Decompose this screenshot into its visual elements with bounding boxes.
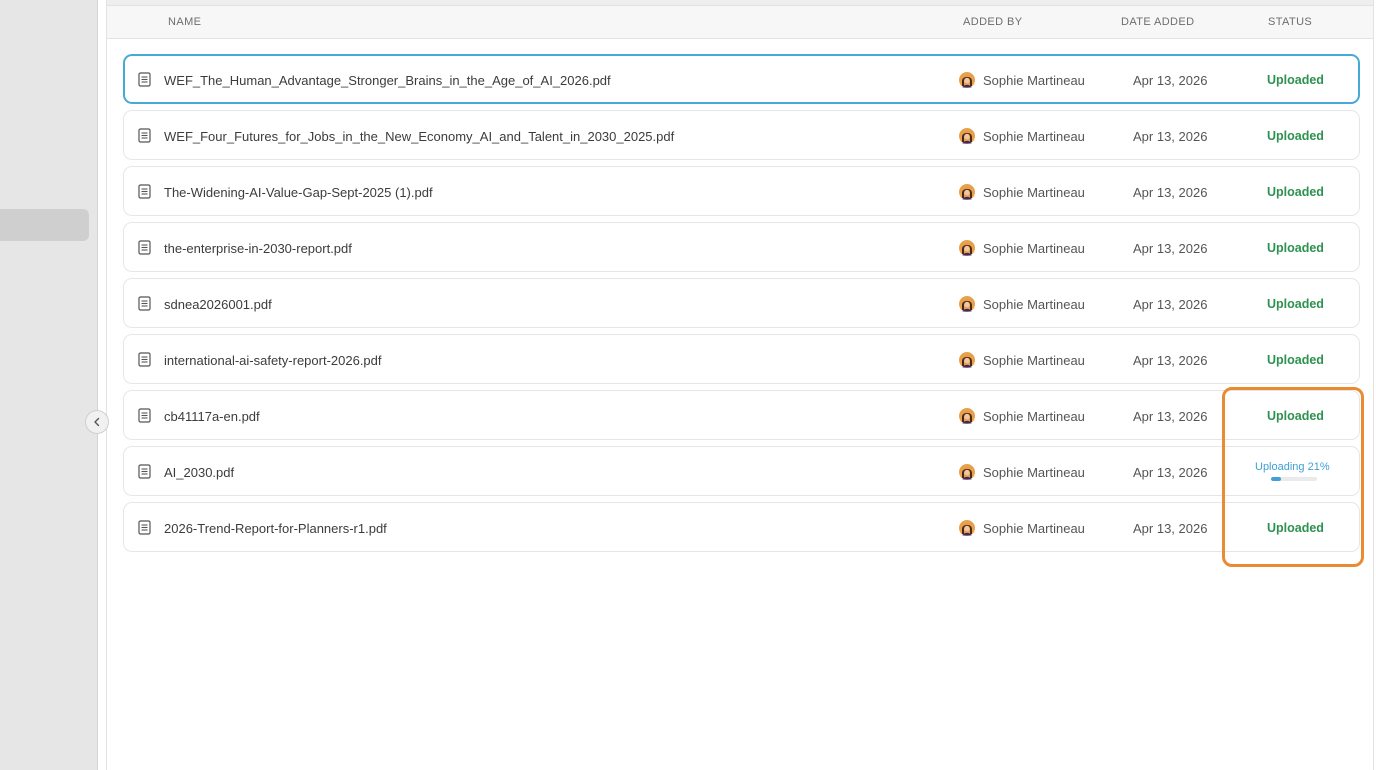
file-name[interactable]: The-Widening-AI-Value-Gap-Sept-2025 (1).…	[164, 185, 433, 200]
file-row[interactable]: cb41117a-en.pdf Sophie Martineau Apr 13, 2…	[123, 390, 1360, 440]
user-avatar	[959, 184, 975, 200]
upload-progress-bar	[1271, 477, 1317, 481]
document-icon	[138, 296, 151, 311]
status-badge: Uploaded	[1267, 241, 1324, 255]
document-icon	[138, 72, 151, 87]
date-added: Apr 13, 2026	[1133, 241, 1208, 256]
file-name[interactable]: AI_2030.pdf	[164, 465, 234, 480]
column-header-date-added[interactable]: DATE ADDED	[1121, 16, 1194, 28]
collapse-sidebar-button[interactable]	[85, 410, 109, 434]
status-badge: Uploaded	[1267, 409, 1324, 423]
chevron-left-icon	[94, 417, 100, 427]
document-icon	[138, 408, 151, 423]
added-by-name: Sophie Martineau	[983, 297, 1085, 312]
date-added: Apr 13, 2026	[1133, 521, 1208, 536]
file-name[interactable]: 2026-Trend-Report-for-Planners-r1.pdf	[164, 521, 387, 536]
added-by-name: Sophie Martineau	[983, 73, 1085, 88]
user-avatar	[959, 72, 975, 88]
file-name[interactable]: WEF_Four_Futures_for_Jobs_in_the_New_Eco…	[164, 129, 674, 144]
document-icon	[138, 352, 151, 367]
file-row[interactable]: The-Widening-AI-Value-Gap-Sept-2025 (1).…	[123, 166, 1360, 216]
status-badge: Uploaded	[1267, 297, 1324, 311]
column-header-added-by[interactable]: ADDED BY	[963, 16, 1022, 28]
added-by-name: Sophie Martineau	[983, 185, 1085, 200]
date-added: Apr 13, 2026	[1133, 409, 1208, 424]
file-row[interactable]: international-ai-safety-report-2026.pdf S…	[123, 334, 1360, 384]
status-badge: Uploaded	[1267, 353, 1324, 367]
user-avatar	[959, 352, 975, 368]
document-icon	[138, 184, 151, 199]
user-avatar	[959, 464, 975, 480]
added-by-name: Sophie Martineau	[983, 465, 1085, 480]
status-badge: Uploaded	[1267, 129, 1324, 143]
left-sidebar	[0, 0, 98, 770]
date-added: Apr 13, 2026	[1133, 73, 1208, 88]
date-added: Apr 13, 2026	[1133, 185, 1208, 200]
added-by-name: Sophie Martineau	[983, 241, 1085, 256]
status-badge: Uploaded	[1267, 521, 1324, 535]
user-avatar	[959, 296, 975, 312]
file-row[interactable]: sdnea2026001.pdf Sophie Martineau Apr 13, …	[123, 278, 1360, 328]
added-by-name: Sophie Martineau	[983, 409, 1085, 424]
document-icon	[138, 520, 151, 535]
file-name[interactable]: international-ai-safety-report-2026.pdf	[164, 353, 382, 368]
sidebar-selected-item[interactable]	[0, 209, 89, 241]
file-row[interactable]: the-enterprise-in-2030-report.pdf Sophie …	[123, 222, 1360, 272]
column-header-name[interactable]: NAME	[168, 16, 201, 28]
file-name[interactable]: WEF_The_Human_Advantage_Stronger_Brains_…	[164, 73, 611, 88]
user-avatar	[959, 128, 975, 144]
file-row[interactable]: AI_2030.pdf Sophie Martineau Apr 13, 2026 U…	[123, 446, 1360, 496]
added-by-name: Sophie Martineau	[983, 129, 1085, 144]
user-avatar	[959, 520, 975, 536]
file-rows: WEF_The_Human_Advantage_Stronger_Brains_…	[123, 54, 1360, 558]
file-name[interactable]: the-enterprise-in-2030-report.pdf	[164, 241, 352, 256]
status-badge: Uploaded	[1267, 73, 1324, 87]
file-row[interactable]: WEF_Four_Futures_for_Jobs_in_the_New_Eco…	[123, 110, 1360, 160]
file-row[interactable]: 2026-Trend-Report-for-Planners-r1.pdf Sop…	[123, 502, 1360, 552]
user-avatar	[959, 408, 975, 424]
document-icon	[138, 240, 151, 255]
document-icon	[138, 128, 151, 143]
date-added: Apr 13, 2026	[1133, 129, 1208, 144]
user-avatar	[959, 240, 975, 256]
date-added: Apr 13, 2026	[1133, 465, 1208, 480]
date-added: Apr 13, 2026	[1133, 297, 1208, 312]
file-name[interactable]: sdnea2026001.pdf	[164, 297, 272, 312]
added-by-name: Sophie Martineau	[983, 521, 1085, 536]
date-added: Apr 13, 2026	[1133, 353, 1208, 368]
table-header: NAME ADDED BY DATE ADDED STATUS	[107, 6, 1373, 39]
file-name[interactable]: cb41117a-en.pdf	[164, 409, 260, 424]
status-badge: Uploaded	[1267, 185, 1324, 199]
status-badge: Uploading 21%	[1255, 461, 1330, 473]
added-by-name: Sophie Martineau	[983, 353, 1085, 368]
file-row[interactable]: WEF_The_Human_Advantage_Stronger_Brains_…	[123, 54, 1360, 104]
document-icon	[138, 464, 151, 479]
column-header-status[interactable]: STATUS	[1268, 16, 1312, 28]
upload-progress-fill	[1271, 477, 1281, 481]
file-list-panel: NAME ADDED BY DATE ADDED STATUS WEF_The_…	[106, 0, 1374, 770]
